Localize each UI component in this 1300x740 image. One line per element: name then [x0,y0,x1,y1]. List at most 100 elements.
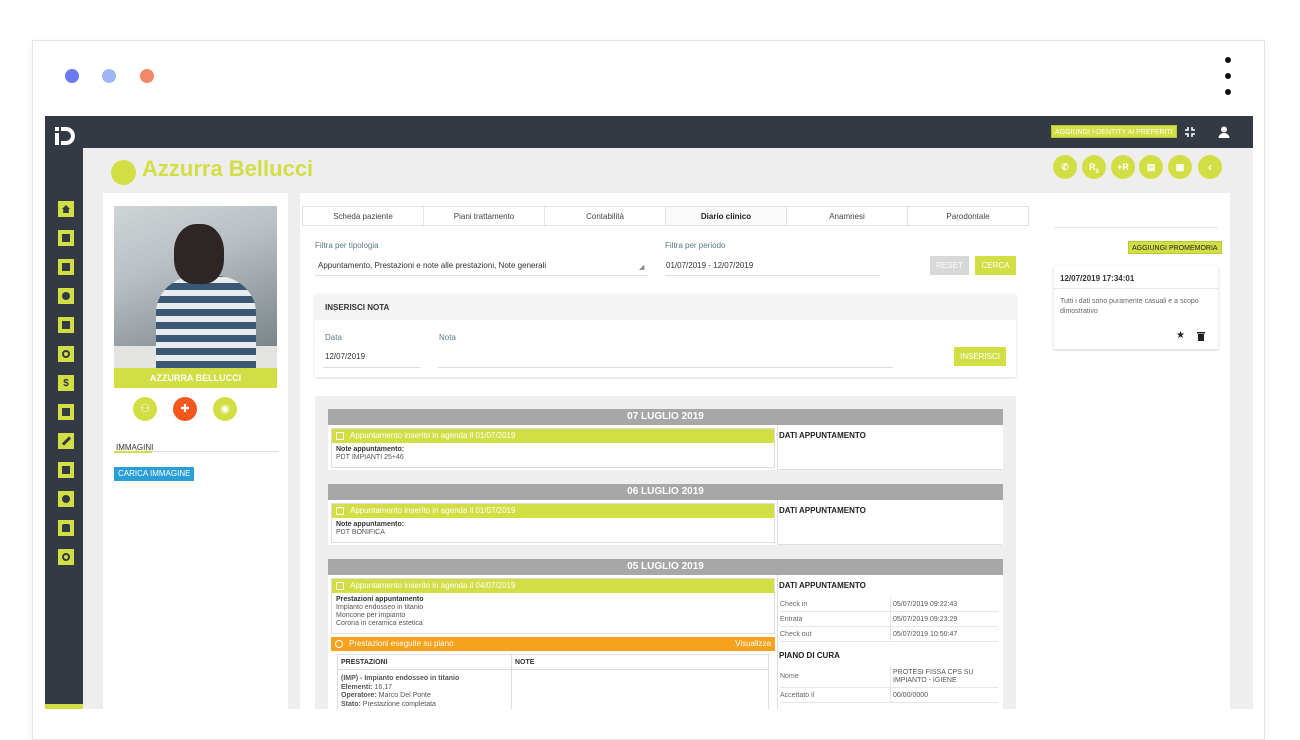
gear-icon[interactable] [58,491,74,507]
select-arrow-icon[interactable]: ◢ [639,263,644,271]
user-icon[interactable] [1217,125,1231,139]
appointment-entry[interactable]: Appuntamento inserito in agenda il 01/07… [331,503,775,543]
appointment-entry[interactable]: Appuntamento inserito in agenda il 04/07… [331,578,775,634]
chart-icon[interactable] [58,317,74,333]
reset-button[interactable]: RESET [930,256,969,275]
trash-icon[interactable] [1197,331,1205,341]
reminder-card[interactable]: 12/07/2019 17:34:01 Tutti i dati sono pu… [1054,266,1218,349]
r0-button[interactable]: R0 [1082,155,1106,179]
piano-key: Nome [780,673,799,680]
diary-day: 06 LUGLIO 2019 Appuntamento inserito in … [328,484,1003,545]
piano-value: PROTESI FISSA CPS SU IMPIANTO - IGIENE [890,666,995,688]
prestazioni-label: Prestazioni appuntamento [336,596,424,603]
search-button[interactable]: CERCA [975,256,1016,275]
kebab-menu-icon[interactable] [1225,57,1233,105]
print-icon[interactable]: ▤ [1139,155,1163,179]
dati-appuntamento-label: DATI APPUNTAMENTO [779,506,866,515]
reminder-text: Tutti i dati sono puramente casuali e a … [1060,298,1199,315]
dati-key: Check out [780,631,812,638]
add-reminder-button[interactable]: AGGIUNGI PROMEMORIA [1128,241,1222,254]
calendar-icon[interactable] [58,230,74,246]
upload-image-button[interactable]: CARICA IMMAGINE [114,467,195,481]
home-icon[interactable] [58,201,74,217]
stato-value: Prestazione completata [362,700,436,708]
whatsapp-icon[interactable]: ✆ [1053,155,1077,179]
back-icon[interactable]: ‹ [1198,155,1222,179]
dati-value: 05/07/2019 09:23:29 [890,612,957,627]
filter-type-select[interactable]: Appuntamento, Prestazioni e note alle pr… [318,261,546,270]
note-date-underline [323,367,420,368]
note-date-label: Data [325,333,342,342]
tab-scheda-paziente[interactable]: Scheda paziente [303,207,424,225]
note-label: Note appuntamento: [336,521,405,528]
eye-icon[interactable]: ◉ [213,397,237,421]
medical-icon[interactable]: ✚ [173,397,197,421]
dollar-icon[interactable]: $ [58,375,74,391]
dati-appuntamento-label: DATI APPUNTAMENTO [779,581,866,590]
logo-icon[interactable] [55,125,77,147]
refresh-icon[interactable] [58,346,74,362]
insert-note-box: INSERISCI NOTA Data 12/07/2019 Nota INSE… [315,294,1016,377]
appointment-title: Appuntamento inserito in agenda il 01/07… [350,506,516,515]
service-title: (IMP) - Impianto endosseo in titanio [341,675,460,682]
note-date-input[interactable]: 12/07/2019 [325,352,365,361]
target-icon[interactable] [58,549,74,565]
window-dot-1[interactable] [65,69,79,83]
images-underline [114,451,152,453]
window-dot-2[interactable] [102,69,116,83]
report-icon[interactable] [58,404,74,420]
appointment-entry[interactable]: Appuntamento inserito in agenda il 01/07… [331,428,775,468]
topbar: AGGIUNGI I-DENTITY AI PREFERITI [45,116,1253,148]
diary-day: 07 LUGLIO 2019 Appuntamento inserito in … [328,409,1003,470]
piano-row-nome: Nome PROTESI FISSA CPS SU IMPIANTO - IGIE… [780,666,998,688]
patient-status-dot [111,160,136,185]
patient-photo-label: AZZURRA BELLUCCI [114,368,277,388]
phone-button[interactable]: ✆ [45,704,83,709]
filter-period-underline [665,275,880,276]
operatore-label: Operatore: [341,692,377,699]
family-icon[interactable]: ⚇ [133,397,157,421]
dati-row-entrata: Entrata 05/07/2019 09:23:29 [780,612,998,627]
elementi-label: Elementi: [341,683,373,691]
visualizza-link[interactable]: Visualizza [735,637,771,651]
tab-parodontale[interactable]: Parodontale [908,207,1028,225]
window-dot-3[interactable] [140,69,154,83]
app-window: AGGIUNGI I-DENTITY AI PREFERITI $ ✆ Azzu… [45,116,1253,709]
filter-type-underline [315,275,648,276]
star-icon[interactable]: ★ [1176,330,1185,341]
appointment-title: Appuntamento inserito in agenda il 04/07… [350,581,516,590]
patient-name: Azzurra Bellucci [142,156,314,181]
tab-diario-clinico[interactable]: Diario clinico [666,207,787,225]
wrench-icon[interactable] [58,433,74,449]
tab-anamnesi[interactable]: Anamnesi [787,207,908,225]
dati-key: Check in [780,601,808,608]
piano-value: 00/00/0000 [890,688,928,703]
note-text-input[interactable] [438,367,893,368]
filter-period-input[interactable]: 01/07/2019 - 12/07/2019 [666,261,753,270]
patient-card-icon[interactable] [58,259,74,275]
calendar-icon [336,582,344,590]
note-value: PDT BONIFICA [336,529,385,536]
user-circle-icon[interactable] [58,288,74,304]
tab-contabilita[interactable]: Contabilità [545,207,666,225]
dati-row-checkout: Check out 05/07/2019 10:50:47 [780,627,998,642]
inbox-icon[interactable] [58,462,74,478]
add-favorites-button[interactable]: AGGIUNGI I-DENTITY AI PREFERITI [1051,125,1177,138]
dati-value: 05/07/2019 10:50:47 [890,627,957,642]
insert-note-title: INSERISCI NOTA [315,294,1016,320]
tab-piani-trattamento[interactable]: Piani trattamento [424,207,545,225]
services-table: PRESTAZIONI NOTE (IMP) - Impianto endoss… [337,654,769,709]
insert-note-button[interactable]: INSERISCI [954,347,1006,366]
reminders-divider [1054,227,1218,228]
diary-day-header: 06 LUGLIO 2019 [328,484,1003,500]
lock-icon[interactable] [58,520,74,536]
patient-panel: AZZURRA BELLUCCI ⚇ ✚ ◉ IMMAGINI CARICA I… [103,193,288,709]
prestazione-item: Moncone per impianto [336,612,406,619]
plus-r-button[interactable]: +R [1111,155,1135,179]
compress-icon[interactable] [1183,125,1197,139]
grid-icon[interactable]: ▦ [1168,155,1192,179]
clinical-diary: 07 LUGLIO 2019 Appuntamento inserito in … [315,396,1016,709]
filter-period-label: Filtra per periodo [665,241,726,250]
prestazione-item: Impianto endosseo in titanio [336,604,424,611]
appointment-title: Appuntamento inserito in agenda il 01/07… [350,431,516,440]
